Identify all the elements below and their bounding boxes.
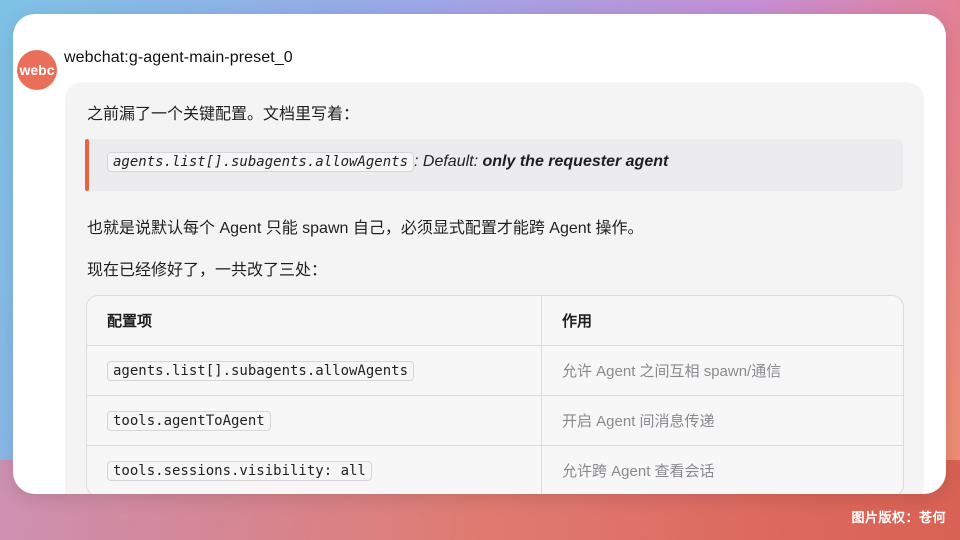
inline-code: tools.agentToAgent <box>107 411 271 431</box>
table-cell-key: agents.list[].subagents.allowAgents <box>87 346 542 396</box>
table-cell-effect: 允许 Agent 之间互相 spawn/通信 <box>542 346 903 396</box>
table-cell-key: tools.sessions.visibility: all <box>87 446 542 494</box>
chat-card: webc webchat:g-agent-main-preset_0 之前漏了一… <box>13 14 946 494</box>
message-intro: 之前漏了一个关键配置。文档里写着： <box>87 106 360 123</box>
table-header-row: 配置项 作用 <box>87 296 903 346</box>
message-summary: 现在已经修好了，一共改了三处： <box>87 262 328 279</box>
table-row: tools.sessions.visibility: all 允许跨 Agent… <box>87 446 903 494</box>
quote-accent-bar <box>85 139 89 191</box>
quote-text: agents.list[].subagents.allowAgents: Def… <box>107 152 669 172</box>
config-table: 配置项 作用 agents.list[].subagents.allowAgen… <box>86 295 904 494</box>
avatar[interactable]: webc <box>17 50 57 90</box>
table-row: tools.agentToAgent 开启 Agent 间消息传递 <box>87 396 903 446</box>
message-bubble: 之前漏了一个关键配置。文档里写着： agents.list[].subagent… <box>65 82 924 494</box>
column-header-effect: 作用 <box>542 296 903 346</box>
inline-code: tools.sessions.visibility: all <box>107 461 372 481</box>
quote-emphasis: only the requester agent <box>482 153 669 170</box>
table-cell-effect: 允许跨 Agent 查看会话 <box>542 446 903 494</box>
column-header-config: 配置项 <box>87 296 542 346</box>
sender-name: webchat:g-agent-main-preset_0 <box>64 49 293 66</box>
table-row: agents.list[].subagents.allowAgents 允许 A… <box>87 346 903 396</box>
blockquote: agents.list[].subagents.allowAgents: Def… <box>85 139 903 191</box>
inline-code: agents.list[].subagents.allowAgents <box>107 152 415 172</box>
table-cell-key: tools.agentToAgent <box>87 396 542 446</box>
table-cell-effect: 开启 Agent 间消息传递 <box>542 396 903 446</box>
image-credit: 图片版权：苍何 <box>851 510 946 525</box>
avatar-text: webc <box>19 62 55 78</box>
message-explanation: 也就是说默认每个 Agent 只能 spawn 自己，必须显式配置才能跨 Age… <box>87 220 644 237</box>
quote-prefix: : Default: <box>414 153 483 170</box>
inline-code: agents.list[].subagents.allowAgents <box>107 361 415 381</box>
